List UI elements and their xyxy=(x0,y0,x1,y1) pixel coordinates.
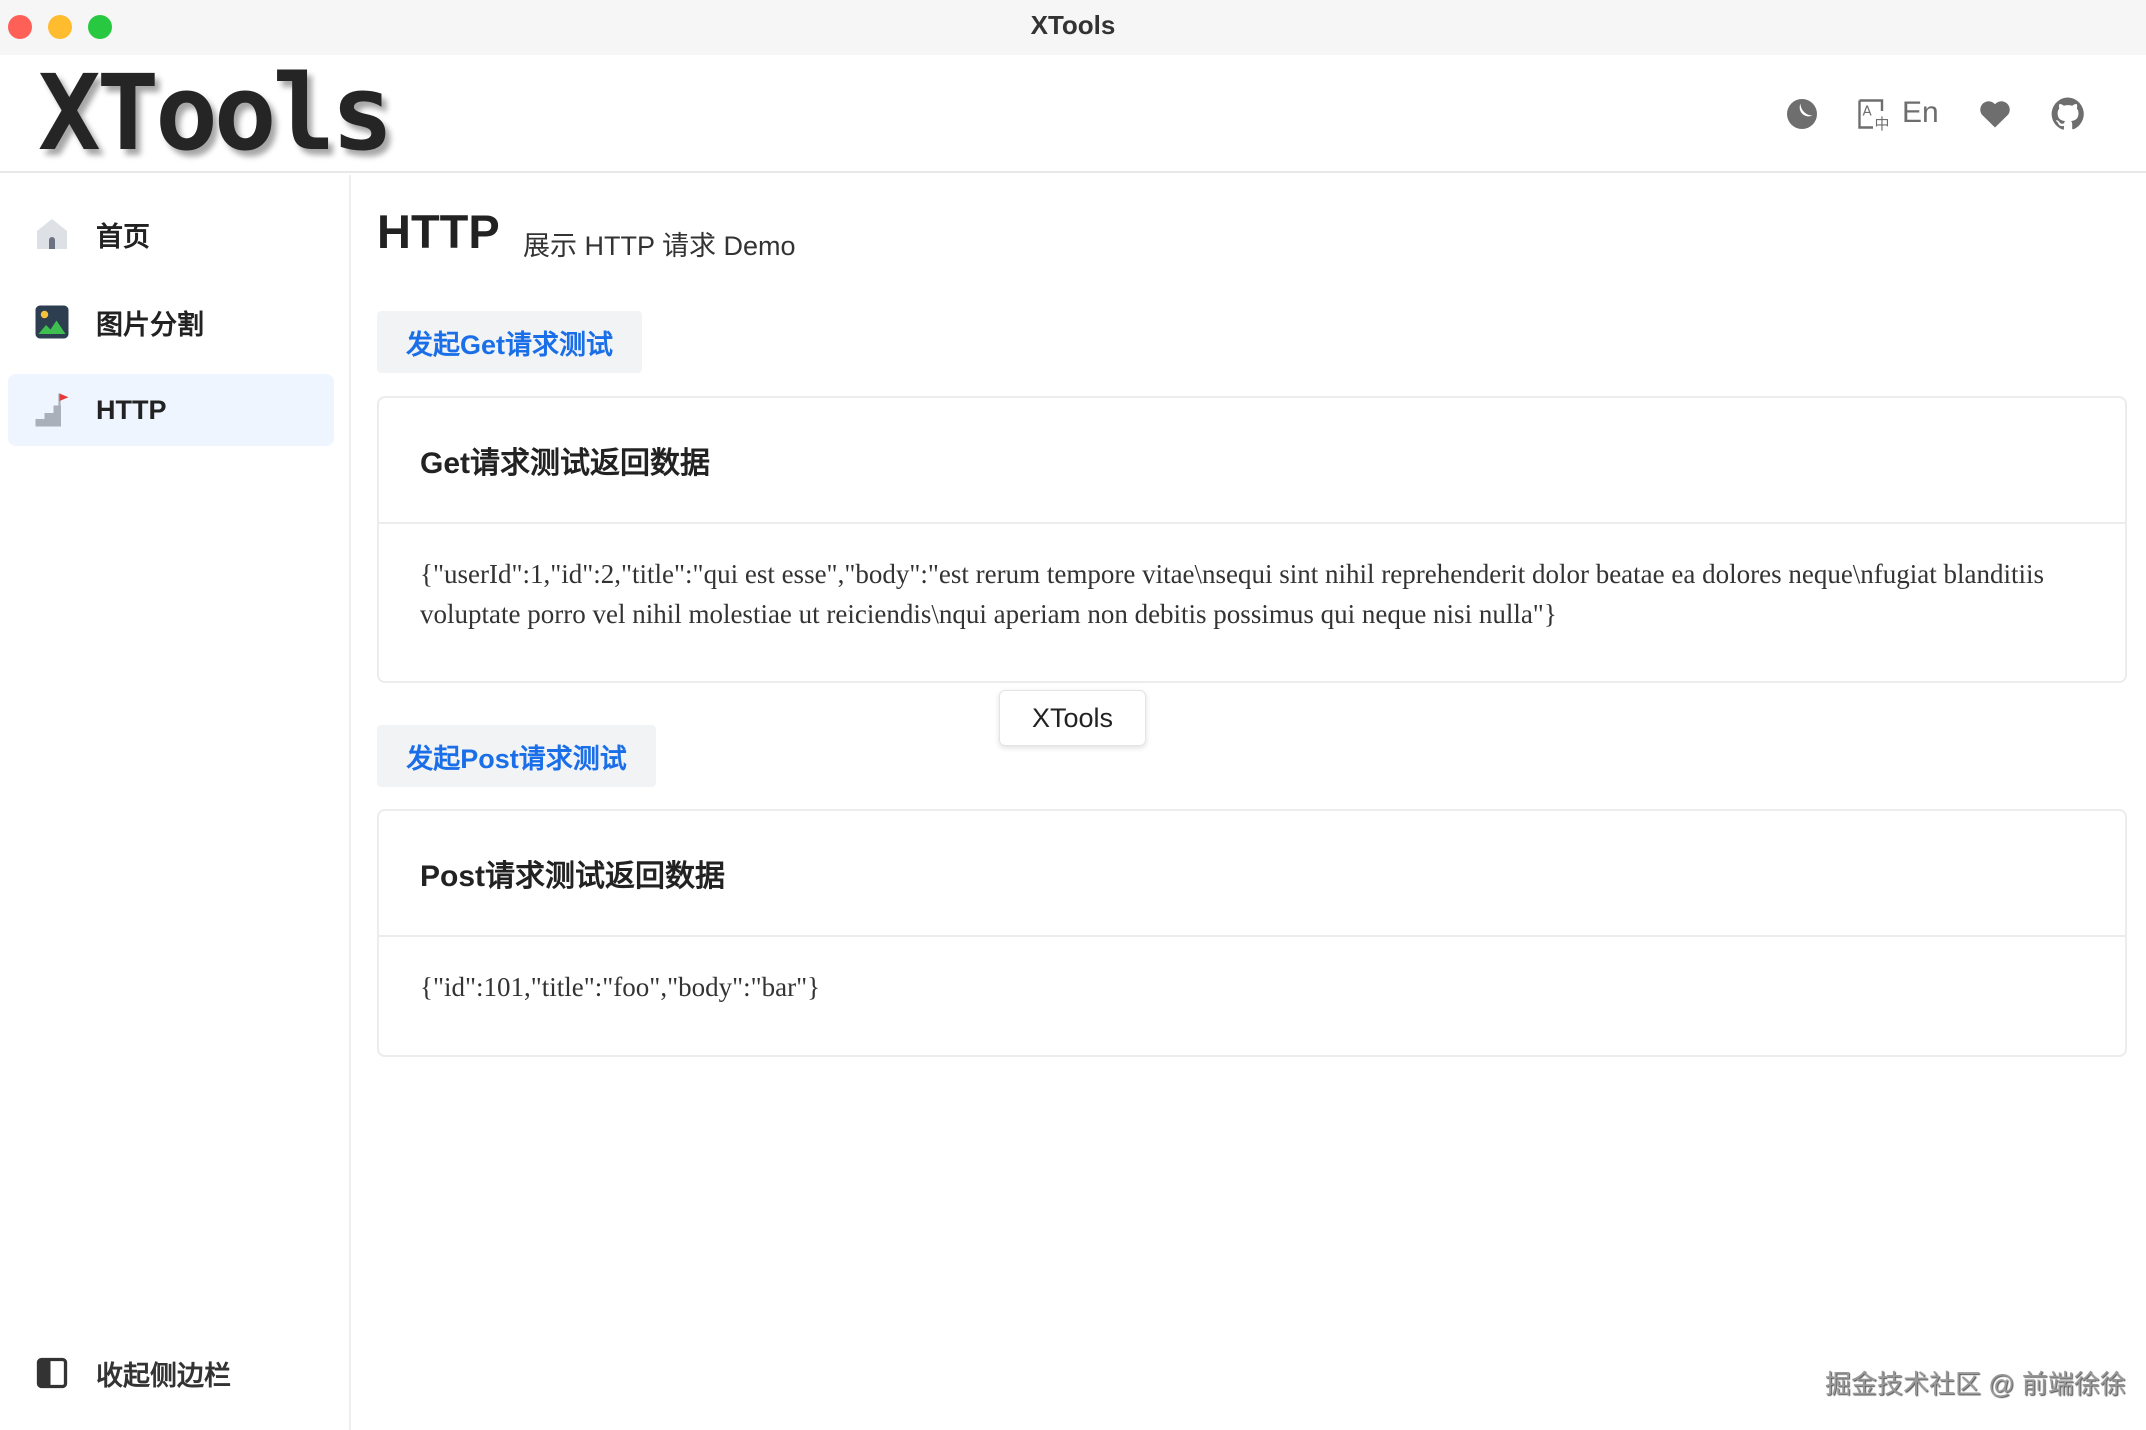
sidebar: 首页 图片分割 HTTP 收起侧边栏 xyxy=(0,175,351,1430)
translate-icon[interactable]: A中 xyxy=(1855,96,1891,132)
sidebar-item-label: 图片分割 xyxy=(96,303,204,342)
window-title: XTools xyxy=(0,10,2146,41)
moon-icon[interactable] xyxy=(1784,96,1820,132)
language-toggle[interactable]: En xyxy=(1902,96,1939,130)
post-response-card: Post请求测试返回数据 {"id":101,"title":"foo","bo… xyxy=(377,809,2127,1057)
sidebar-item-label: 首页 xyxy=(96,215,150,254)
svg-text:A: A xyxy=(1863,104,1873,120)
get-response-card: Get请求测试返回数据 {"userId":1,"id":2,"title":"… xyxy=(377,396,2127,683)
card-title: Post请求测试返回数据 xyxy=(379,811,2125,937)
get-response-body: {"userId":1,"id":2,"title":"qui est esse… xyxy=(379,524,2125,664)
sidebar-toggle-icon xyxy=(34,1355,70,1391)
post-response-body: {"id":101,"title":"foo","body":"bar"} xyxy=(379,937,2125,1037)
sidebar-item-image-split[interactable]: 图片分割 xyxy=(8,286,334,358)
github-icon[interactable] xyxy=(2050,96,2086,132)
get-request-button[interactable]: 发起Get请求测试 xyxy=(377,311,642,373)
image-icon xyxy=(34,304,70,340)
stairs-flag-icon xyxy=(34,392,70,428)
svg-text:中: 中 xyxy=(1875,115,1890,132)
sidebar-item-http[interactable]: HTTP xyxy=(8,374,334,446)
tooltip: XTools xyxy=(999,690,1146,746)
page-title: HTTP xyxy=(377,204,500,259)
app-logo: XTools xyxy=(38,52,390,174)
watermark: 掘金技术社区 @ 前端徐徐 xyxy=(1825,1364,2126,1401)
page-subtitle: 展示 HTTP 请求 Demo xyxy=(523,224,796,263)
collapse-sidebar-label: 收起侧边栏 xyxy=(96,1354,231,1393)
card-title: Get请求测试返回数据 xyxy=(379,398,2125,524)
post-request-button[interactable]: 发起Post请求测试 xyxy=(377,725,656,787)
sidebar-item-home[interactable]: 首页 xyxy=(8,198,334,270)
collapse-sidebar-button[interactable]: 收起侧边栏 xyxy=(8,1337,334,1409)
heart-icon[interactable] xyxy=(1977,96,2013,132)
home-icon xyxy=(34,216,70,252)
sidebar-item-label: HTTP xyxy=(96,395,167,426)
